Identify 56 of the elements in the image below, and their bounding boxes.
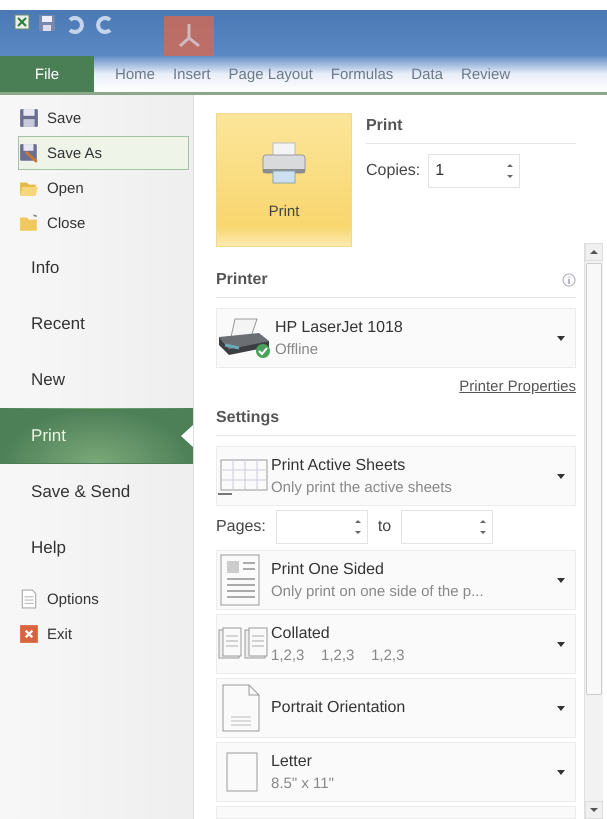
print-button[interactable]: Print xyxy=(216,113,352,247)
caret-icon xyxy=(557,578,565,582)
sidebar-item[interactable]: Print xyxy=(0,408,193,464)
scroll-down-icon[interactable] xyxy=(585,801,603,819)
floppy-disk-pencil-icon xyxy=(19,143,39,163)
sidebar-item[interactable]: Save As xyxy=(18,136,189,170)
sidebar-item[interactable]: Open xyxy=(18,171,189,205)
close-icon xyxy=(19,624,39,644)
sidebar-item[interactable]: Recent xyxy=(0,296,193,352)
setting-dropdown[interactable]: Letter 8.5" x 11" xyxy=(216,742,576,802)
sidebar-item[interactable]: Exit xyxy=(18,617,189,651)
info-icon[interactable] xyxy=(562,273,576,287)
caret-icon xyxy=(557,336,565,340)
ribbon-tab[interactable]: Page Layout xyxy=(220,56,322,92)
to-label: to xyxy=(378,518,392,536)
section-heading: Printer xyxy=(216,271,268,289)
sidebar-item[interactable]: Help xyxy=(0,520,193,576)
page-to-field[interactable] xyxy=(401,510,494,544)
spin-arrows-icon[interactable] xyxy=(480,518,486,536)
sidebar-item[interactable]: Save xyxy=(18,101,189,135)
pages-label: Pages: xyxy=(216,518,266,536)
setting-dropdown[interactable]: Print Active Sheets Only print the active sheets xyxy=(216,446,576,506)
save-icon[interactable] xyxy=(38,14,56,32)
sidebar-item[interactable]: New xyxy=(0,352,193,408)
ribbon-tab[interactable]: Formulas xyxy=(322,56,402,92)
printer-icon xyxy=(261,140,307,184)
setting-dropdown[interactable]: Print One Sided Only print on one side of the p... xyxy=(216,550,576,610)
ribbon-tab[interactable]: Insert xyxy=(164,56,220,92)
spin-arrows-icon[interactable] xyxy=(354,518,361,536)
section-heading: Print xyxy=(366,113,576,144)
ribbon-tab[interactable]: File xyxy=(0,56,94,92)
sidebar-item[interactable]: Close xyxy=(18,206,189,240)
scroll-up-icon[interactable] xyxy=(585,243,603,261)
scrollbar[interactable] xyxy=(584,243,603,819)
caret-icon xyxy=(557,770,565,774)
copies-label: Copies: xyxy=(366,162,420,180)
ribbon-tab[interactable]: Data xyxy=(402,56,452,92)
ribbon-tab[interactable]: Home xyxy=(106,56,164,92)
caret-icon xyxy=(557,642,565,646)
sidebar-item[interactable]: Options xyxy=(18,582,189,616)
setting-dropdown[interactable]: Portrait Orientation xyxy=(216,678,576,738)
sidebar-item[interactable]: Save & Send xyxy=(0,464,193,520)
section-heading: Settings xyxy=(216,405,576,436)
spin-arrows-icon[interactable] xyxy=(507,162,514,180)
setting-dropdown[interactable]: Collated 1,2,3 1,2,3 1,2,3 xyxy=(216,614,576,674)
copies-field[interactable]: 1 xyxy=(428,154,520,188)
printer-properties-link[interactable]: Printer Properties xyxy=(459,378,576,395)
printer-dropdown[interactable]: HP LaserJet 1018 Offline xyxy=(216,308,576,368)
ribbon-tab[interactable]: Review xyxy=(452,56,520,92)
folder-icon xyxy=(19,213,39,233)
caret-icon xyxy=(557,474,565,478)
page-from-field[interactable] xyxy=(276,510,368,544)
sidebar-item[interactable]: Info xyxy=(0,240,193,296)
scroll-thumb[interactable] xyxy=(586,263,602,695)
spreadsheet-icon[interactable] xyxy=(14,14,30,30)
caret-icon xyxy=(557,706,565,710)
